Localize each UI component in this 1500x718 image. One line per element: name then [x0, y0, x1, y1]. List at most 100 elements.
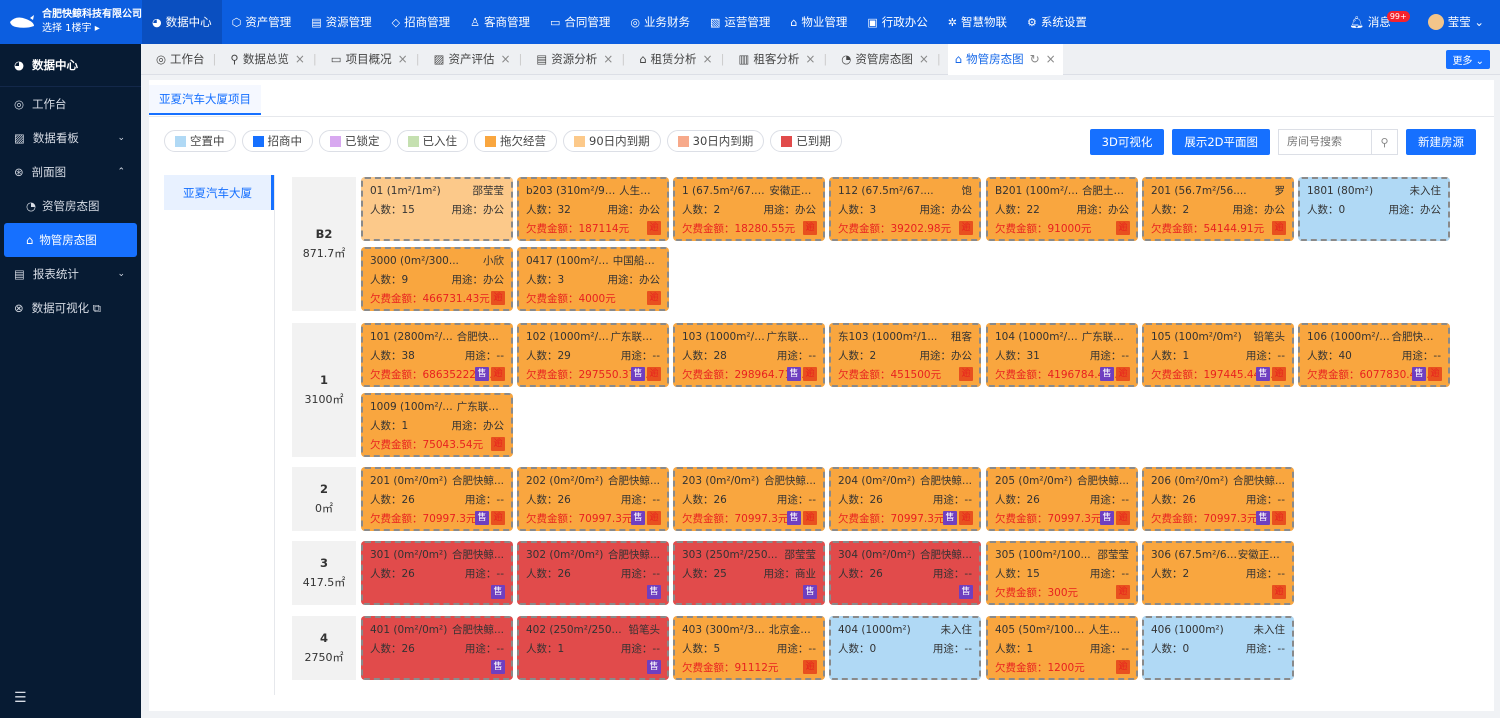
room-card[interactable]: 204 (0m²/0m²) 合肥快鲸... 人数：26 用途：-- 欠费金额：70997…: [829, 467, 981, 531]
nav-item-11[interactable]: ⚙ 系统设置: [1017, 0, 1097, 44]
room-card[interactable]: 202 (0m²/0m²) 合肥快鲸... 人数：26 用途：-- 欠费金额：70997…: [517, 467, 669, 531]
room-title-row: 104 (1000m²/10... 广东联通...: [995, 328, 1129, 347]
people-label: 人数：: [995, 494, 1027, 506]
building-selector[interactable]: 选择 1楼宇 ▸: [42, 22, 142, 36]
room-info-row: 人数：2 用途：办公: [682, 201, 816, 220]
legend-item[interactable]: 已锁定: [319, 130, 391, 152]
room-card[interactable]: 206 (0m²/0m²) 合肥快鲸... 人数：26 用途：-- 欠费金额：70997…: [1142, 467, 1294, 531]
sidebar-item[interactable]: ▨ 数据看板 ⌄: [0, 121, 141, 155]
legend-item[interactable]: 90日内到期: [563, 130, 661, 152]
room-card[interactable]: 303 (250m²/250... 邵莹莹 人数：25 用途：商业售: [673, 541, 825, 605]
nav-item-6[interactable]: ◎ 业务财务: [620, 0, 700, 44]
close-icon[interactable]: ×: [603, 52, 613, 66]
room-card[interactable]: 404 (1000m²) 未入住 人数：0 用途：--: [829, 616, 981, 680]
brand[interactable]: 合肥快鲸科技有限公司 选择 1楼宇 ▸: [0, 0, 142, 44]
close-icon[interactable]: ×: [398, 52, 408, 66]
room-card[interactable]: 106 (1000m²/0... 合肥快鲸... 人数：40 用途：-- 欠费金额：60…: [1298, 323, 1450, 387]
room-card[interactable]: 1 (67.5m²/67.5m²)安徽正豪...人数：2用途：办公欠费金额：18…: [673, 177, 825, 241]
close-icon[interactable]: ×: [500, 52, 510, 66]
room-card[interactable]: 105 (100m²/0m²) 铅笔头 人数：1 用途：-- 欠费金额：197445.4…: [1142, 323, 1294, 387]
building-item[interactable]: 亚夏汽车大厦: [164, 175, 274, 210]
close-icon[interactable]: ×: [805, 52, 815, 66]
tab-4[interactable]: ▤ 资源分析 × |: [529, 44, 632, 75]
close-icon[interactable]: ×: [1046, 52, 1056, 66]
sidebar-item[interactable]: ◎ 工作台: [0, 87, 141, 121]
room-card[interactable]: b203 (310m²/99... 人生如梦 人数：32 用途：办公 欠费金额：1871…: [517, 177, 669, 241]
room-card[interactable]: 1801 (80m²) 未入住 人数：0 用途：办公: [1298, 177, 1450, 241]
room-tags: 逾: [1272, 585, 1286, 599]
room-owe-row: 欠费金额：91000元: [995, 220, 1129, 239]
room-card[interactable]: 201 (56.7m²/56.... 罗人数：2 用途：办公 欠费金额：54144.9…: [1142, 177, 1294, 241]
legend-item[interactable]: 已入住: [396, 130, 468, 152]
room-card[interactable]: 301 (0m²/0m²) 合肥快鲸... 人数：26 用途：-- 售: [361, 541, 513, 605]
nav-item-1[interactable]: ⬡ 资产管理: [222, 0, 302, 44]
room-card[interactable]: 302 (0m²/0m²) 合肥快鲸... 人数：26 用途：-- 售: [517, 541, 669, 605]
nav-item-10[interactable]: ✲ 智慧物联: [938, 0, 1017, 44]
collapse-menu-icon[interactable]: ☰: [14, 690, 27, 706]
tab-3[interactable]: ▨ 资产评估 × |: [427, 44, 530, 75]
user-menu[interactable]: 莹莹 ⌄: [1427, 14, 1484, 31]
room-card[interactable]: 304 (0m²/0m²) 合肥快鲸... 人数：26 用途：-- 售: [829, 541, 981, 605]
sidebar-subitem[interactable]: ◔ 资管房态图: [0, 189, 141, 223]
room-card[interactable]: 403 (300m²/300... 北京金都... 人数：5 用途：-- 欠费金额：91…: [673, 616, 825, 680]
legend-item[interactable]: 招商中: [241, 130, 313, 152]
room-card[interactable]: 东103 (1000m²/1... 租客 人数：2 用途：办公 欠费金额：451500元…: [829, 323, 981, 387]
3d-visualization-button[interactable]: 3D可视化: [1089, 129, 1165, 155]
sidebar-item[interactable]: ⊗ 数据可视化 ⧉: [0, 291, 141, 325]
sidebar-subitem[interactable]: ⌂ 物管房态图: [4, 223, 137, 257]
sidebar-item[interactable]: ⊛ 剖面图 ⌃: [0, 155, 141, 189]
tab-1[interactable]: ⚲ 数据总览 × |: [223, 44, 323, 75]
room-card[interactable]: 402 (250m²/250... 铅笔头 人数：1 用途：-- 售: [517, 616, 669, 680]
room-card[interactable]: 0417 (100m²/10... 中国船舶... 人数：3 用途：办公 欠费金额：40…: [517, 247, 669, 311]
messages-button[interactable]: 🔔︎ 消息99+: [1350, 11, 1414, 30]
nav-item-0[interactable]: ◕ 数据中心: [142, 0, 222, 44]
nav-item-9[interactable]: ▣ 行政办公: [857, 0, 937, 44]
room-card[interactable]: 104 (1000m²/10... 广东联通... 人数：31 用途：-- 欠费金额：4…: [986, 323, 1138, 387]
room-card[interactable]: 01 (1m²/1m²) 邵莹莹 人数：15 用途：办公: [361, 177, 513, 241]
room-card[interactable]: 103 (1000m²/0... 广东联通... 人数：28 用途：-- 欠费金额：29…: [673, 323, 825, 387]
room-card[interactable]: 405 (50m²/100m²) 人生如梦 人数：1 用途：-- 欠费金额：1200元 逾: [986, 616, 1138, 680]
room-card[interactable]: 1009 (100m²/10... 广东联通... 人数：1 用途：办公 欠费金额：75…: [361, 393, 513, 457]
legend-label: 空置中: [190, 134, 225, 148]
room-search-input[interactable]: [1279, 136, 1371, 148]
more-tabs-button[interactable]: 更多 ⌄: [1446, 50, 1490, 69]
legend-item[interactable]: 拖欠经营: [474, 130, 557, 152]
legend-item[interactable]: 30日内到期: [666, 130, 765, 152]
room-card[interactable]: 101 (2800m²/20... 合肥快鲸... 人数：38 用途：-- 欠费金额：6…: [361, 323, 513, 387]
sidebar-item[interactable]: ▤ 报表统计 ⌄: [0, 257, 141, 291]
room-card[interactable]: 205 (0m²/0m²) 合肥快鲸... 人数：26 用途：-- 欠费金额：70997…: [986, 467, 1138, 531]
nav-item-2[interactable]: ▤ 资源管理: [301, 0, 381, 44]
tab-8[interactable]: ⌂ 物管房态图 ↻ ×: [947, 43, 1063, 75]
tab-0[interactable]: ◎ 工作台 |: [149, 44, 223, 75]
nav-item-7[interactable]: ▧ 运营管理: [700, 0, 780, 44]
room-card[interactable]: B201 (100m²/10... 合肥土土... 人数：22 用途：办公 欠费金额：9…: [986, 177, 1138, 241]
legend-item[interactable]: 已到期: [770, 130, 842, 152]
room-card[interactable]: 112 (67.5m²/67.... 饱人数：3 用途：办公 欠费金额：39202.9…: [829, 177, 981, 241]
nav-item-4[interactable]: ♙ 客商管理: [460, 0, 540, 44]
room-card[interactable]: 3000 (0m²/300... 小欣 人数：9 用途：办公 欠费金额：466731.4…: [361, 247, 513, 311]
room-card[interactable]: 201 (0m²/0m²) 合肥快鲸... 人数：26 用途：-- 欠费金额：70997…: [361, 467, 513, 531]
room-card[interactable]: 406 (1000m²) 未入住 人数：0 用途：--: [1142, 616, 1294, 680]
room-card[interactable]: 306 (67.5m²/67.... 安徽正豪... 人数：2 用途：-- 逾: [1142, 541, 1294, 605]
new-room-button[interactable]: 新建房源: [1406, 129, 1476, 155]
nav-item-3[interactable]: ◇ 招商管理: [382, 0, 460, 44]
refresh-icon[interactable]: ↻: [1030, 52, 1040, 66]
nav-item-5[interactable]: ▭ 合同管理: [540, 0, 620, 44]
2d-floorplan-button[interactable]: 展示2D平面图: [1172, 129, 1270, 155]
room-card[interactable]: 203 (0m²/0m²) 合肥快鲸... 人数：26 用途：-- 欠费金额：70997…: [673, 467, 825, 531]
tab-7[interactable]: ◔ 资管房态图 × |: [834, 44, 947, 75]
nav-item-8[interactable]: ⌂ 物业管理: [780, 0, 857, 44]
project-tab[interactable]: 亚夏汽车大厦项目: [149, 85, 261, 115]
room-info-row: 人数：3 用途：办公: [526, 271, 660, 290]
legend-item[interactable]: 空置中: [164, 130, 236, 152]
close-icon[interactable]: ×: [295, 52, 305, 66]
tab-5[interactable]: ⌂ 租赁分析 × |: [632, 44, 731, 75]
tab-6[interactable]: ▥ 租客分析 × |: [731, 44, 834, 75]
room-card[interactable]: 401 (0m²/0m²) 合肥快鲸... 人数：26 用途：-- 售: [361, 616, 513, 680]
room-card[interactable]: 102 (1000m²/0... 广东联通... 人数：29 用途：-- 欠费金额：29…: [517, 323, 669, 387]
close-icon[interactable]: ×: [919, 52, 929, 66]
room-card[interactable]: 305 (100m²/100... 邵莹莹 人数：15 用途：-- 欠费金额：300元 逾: [986, 541, 1138, 605]
search-icon[interactable]: ⚲: [1371, 130, 1397, 154]
close-icon[interactable]: ×: [703, 52, 713, 66]
tab-2[interactable]: ▭ 项目概况 × |: [324, 44, 427, 75]
